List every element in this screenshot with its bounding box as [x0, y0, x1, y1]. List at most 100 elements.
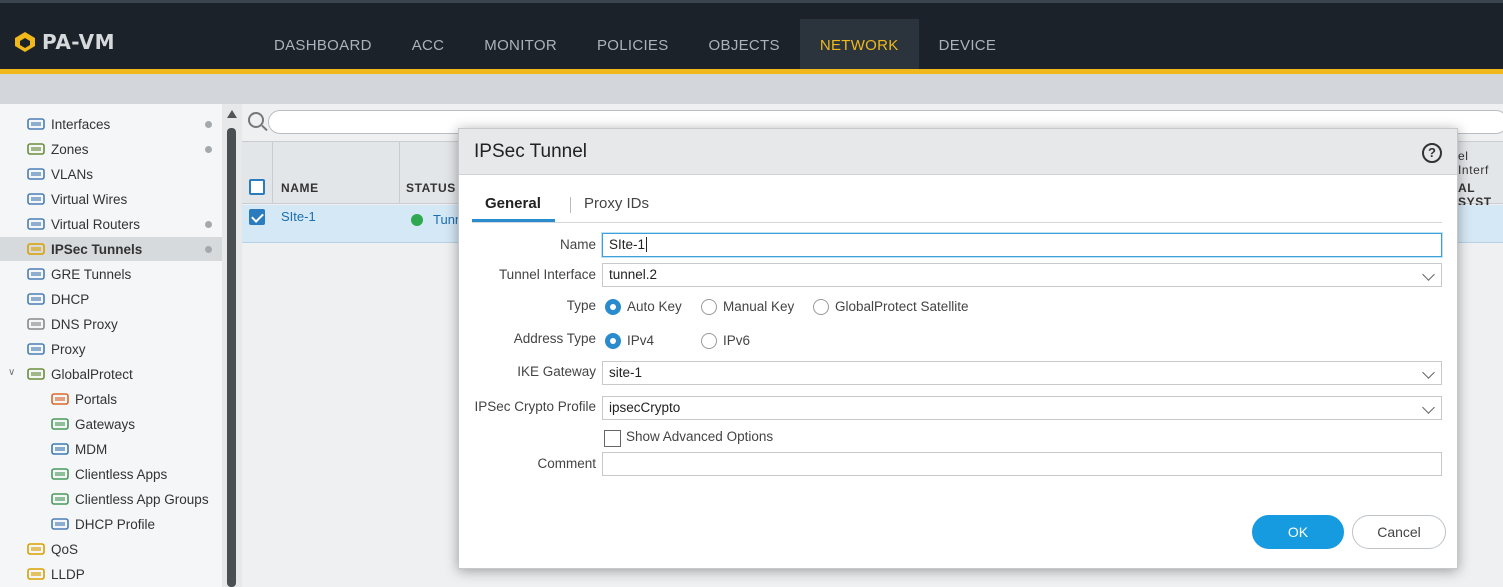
sidebar-item-virtual-wires[interactable]: Virtual Wires	[0, 187, 222, 211]
nav-device[interactable]: DEVICE	[919, 19, 1017, 72]
clientless-apps-icon	[51, 466, 69, 482]
show-advanced-options-checkbox[interactable]	[604, 430, 621, 447]
column-header-tunnel-interface: el Interf	[1458, 149, 1489, 177]
sidebar-item-dns-proxy[interactable]: DNS Proxy	[0, 312, 222, 336]
sidebar-item-label: Virtual Routers	[51, 216, 141, 232]
cancel-button[interactable]: Cancel	[1352, 515, 1446, 549]
virtual-routers-icon	[27, 216, 45, 232]
vlans-icon	[27, 166, 45, 182]
help-icon[interactable]: ?	[1422, 143, 1442, 163]
sidebar-item-label: GlobalProtect	[51, 366, 133, 382]
tunnel-interface-select[interactable]: tunnel.2	[602, 263, 1442, 287]
proxy-icon	[27, 341, 45, 357]
active-tab-indicator	[472, 219, 555, 222]
sidebar-item-virtual-routers[interactable]: Virtual Routers	[0, 212, 222, 236]
chevron-down-icon	[1422, 366, 1435, 379]
address-ipv6-label: IPv6	[723, 333, 751, 348]
status-dot	[205, 121, 212, 128]
ok-button[interactable]: OK	[1252, 515, 1344, 549]
comment-field[interactable]	[602, 452, 1442, 476]
select-all-checkbox[interactable]	[249, 179, 265, 195]
nav-network[interactable]: NETWORK	[799, 19, 919, 72]
sidebar-item-gre-tunnels[interactable]: GRE Tunnels	[0, 262, 222, 286]
scroll-up-arrow-icon[interactable]	[227, 110, 237, 118]
sidebar-item-label: Gateways	[75, 416, 136, 432]
tab-general[interactable]: General	[485, 195, 541, 212]
sidebar-item-label: IPSec Tunnels	[51, 241, 143, 257]
column-header-name[interactable]: NAME	[281, 181, 319, 195]
sidebar-item-proxy[interactable]: Proxy	[0, 337, 222, 361]
tab-proxy-ids[interactable]: Proxy IDs	[584, 195, 649, 212]
sidebar-item-label: Clientless App Groups	[75, 491, 209, 507]
dialog-header: IPSec Tunnel ?	[459, 129, 1457, 175]
sidebar-item-gateways[interactable]: Gateways	[0, 412, 222, 436]
sidebar-item-interfaces[interactable]: Interfaces	[0, 112, 222, 136]
product-name: PA-VM	[42, 30, 116, 54]
dialog-title: IPSec Tunnel	[474, 141, 588, 162]
logo: PA-VM	[14, 30, 115, 54]
sidebar-item-mdm[interactable]: MDM	[0, 437, 222, 461]
sidebar-item-label: Virtual Wires	[51, 191, 128, 207]
nav-objects[interactable]: OBJECTS	[689, 19, 800, 72]
type-globalprotect-satellite-radio[interactable]	[813, 299, 829, 315]
name-value: SIte-1	[609, 237, 646, 252]
sidebar-item-label: Portals	[75, 391, 118, 407]
expand-caret-icon[interactable]: ∨	[8, 367, 15, 378]
sidebar-scrollbar[interactable]	[227, 128, 236, 587]
virtual-wires-icon	[27, 191, 45, 207]
column-divider	[272, 141, 273, 204]
sidebar-item-dhcp[interactable]: DHCP	[0, 287, 222, 311]
interfaces-icon	[27, 116, 45, 132]
sidebar-item-zones[interactable]: Zones	[0, 137, 222, 161]
show-advanced-options-label: Show Advanced Options	[626, 429, 774, 444]
ike-gateway-value: site-1	[609, 365, 643, 380]
sidebar: Interfaces Zones VLANs Virtual Wires Virtual…	[0, 104, 222, 587]
sidebar-item-label: LLDP	[51, 566, 85, 582]
sidebar-item-lldp[interactable]: LLDP	[0, 562, 222, 586]
dhcp-profile-icon	[51, 516, 69, 532]
nav-dashboard[interactable]: DASHBOARD	[254, 19, 392, 72]
sidebar-item-label: Clientless Apps	[75, 466, 168, 482]
nav-acc[interactable]: ACC	[392, 19, 465, 72]
row-checkbox[interactable]	[249, 209, 265, 225]
sidebar-item-label: Interfaces	[51, 116, 111, 132]
ipsec-crypto-profile-value: ipsecCrypto	[609, 400, 681, 415]
sidebar-item-clientless-app-groups[interactable]: Clientless App Groups	[0, 487, 222, 511]
mdm-icon	[51, 441, 69, 457]
tunnel-interface-value: tunnel.2	[609, 267, 658, 282]
sidebar-item-qos[interactable]: QoS	[0, 537, 222, 561]
ike-gateway-label: IKE Gateway	[517, 364, 596, 379]
status-dot	[205, 221, 212, 228]
row-name-link[interactable]: SIte-1	[281, 209, 316, 224]
column-header-status[interactable]: STATUS	[406, 181, 456, 195]
status-dot	[205, 246, 212, 253]
name-field[interactable]: SIte-1	[602, 233, 1442, 257]
ipsec-crypto-profile-label: IPSec Crypto Profile	[474, 399, 596, 414]
search-icon	[248, 112, 264, 128]
address-ipv4-label: IPv4	[627, 333, 655, 348]
address-ipv4-radio[interactable]	[605, 333, 621, 349]
gateways-icon	[51, 416, 69, 432]
dialog-tabs: General Proxy IDs	[472, 184, 1442, 223]
sidebar-item-vlans[interactable]: VLANs	[0, 162, 222, 186]
text-cursor	[646, 237, 648, 252]
tunnel-interface-label: Tunnel Interface	[498, 267, 596, 282]
sidebar-item-label: Zones	[51, 141, 89, 157]
gre-tunnels-icon	[27, 266, 45, 282]
address-ipv6-radio[interactable]	[701, 333, 717, 349]
sidebar-item-ipsec-tunnels[interactable]: IPSec Tunnels	[0, 237, 222, 261]
sidebar-item-label: DHCP	[51, 291, 90, 307]
qos-icon	[27, 541, 45, 557]
sidebar-item-portals[interactable]: Portals	[0, 387, 222, 411]
type-manual-key-radio[interactable]	[701, 299, 717, 315]
nav-policies[interactable]: POLICIES	[577, 19, 689, 72]
dns-proxy-icon	[27, 316, 45, 332]
ipsec-tunnels-icon	[27, 241, 45, 257]
sidebar-item-dhcp-profile[interactable]: DHCP Profile	[0, 512, 222, 536]
nav-monitor[interactable]: MONITOR	[464, 19, 577, 72]
sidebar-item-clientless-apps[interactable]: Clientless Apps	[0, 462, 222, 486]
type-auto-key-radio[interactable]	[605, 299, 621, 315]
ike-gateway-select[interactable]: site-1	[602, 361, 1442, 385]
ipsec-crypto-profile-select[interactable]: ipsecCrypto	[602, 396, 1442, 420]
sidebar-item-globalprotect[interactable]: ∨ GlobalProtect	[0, 362, 222, 386]
